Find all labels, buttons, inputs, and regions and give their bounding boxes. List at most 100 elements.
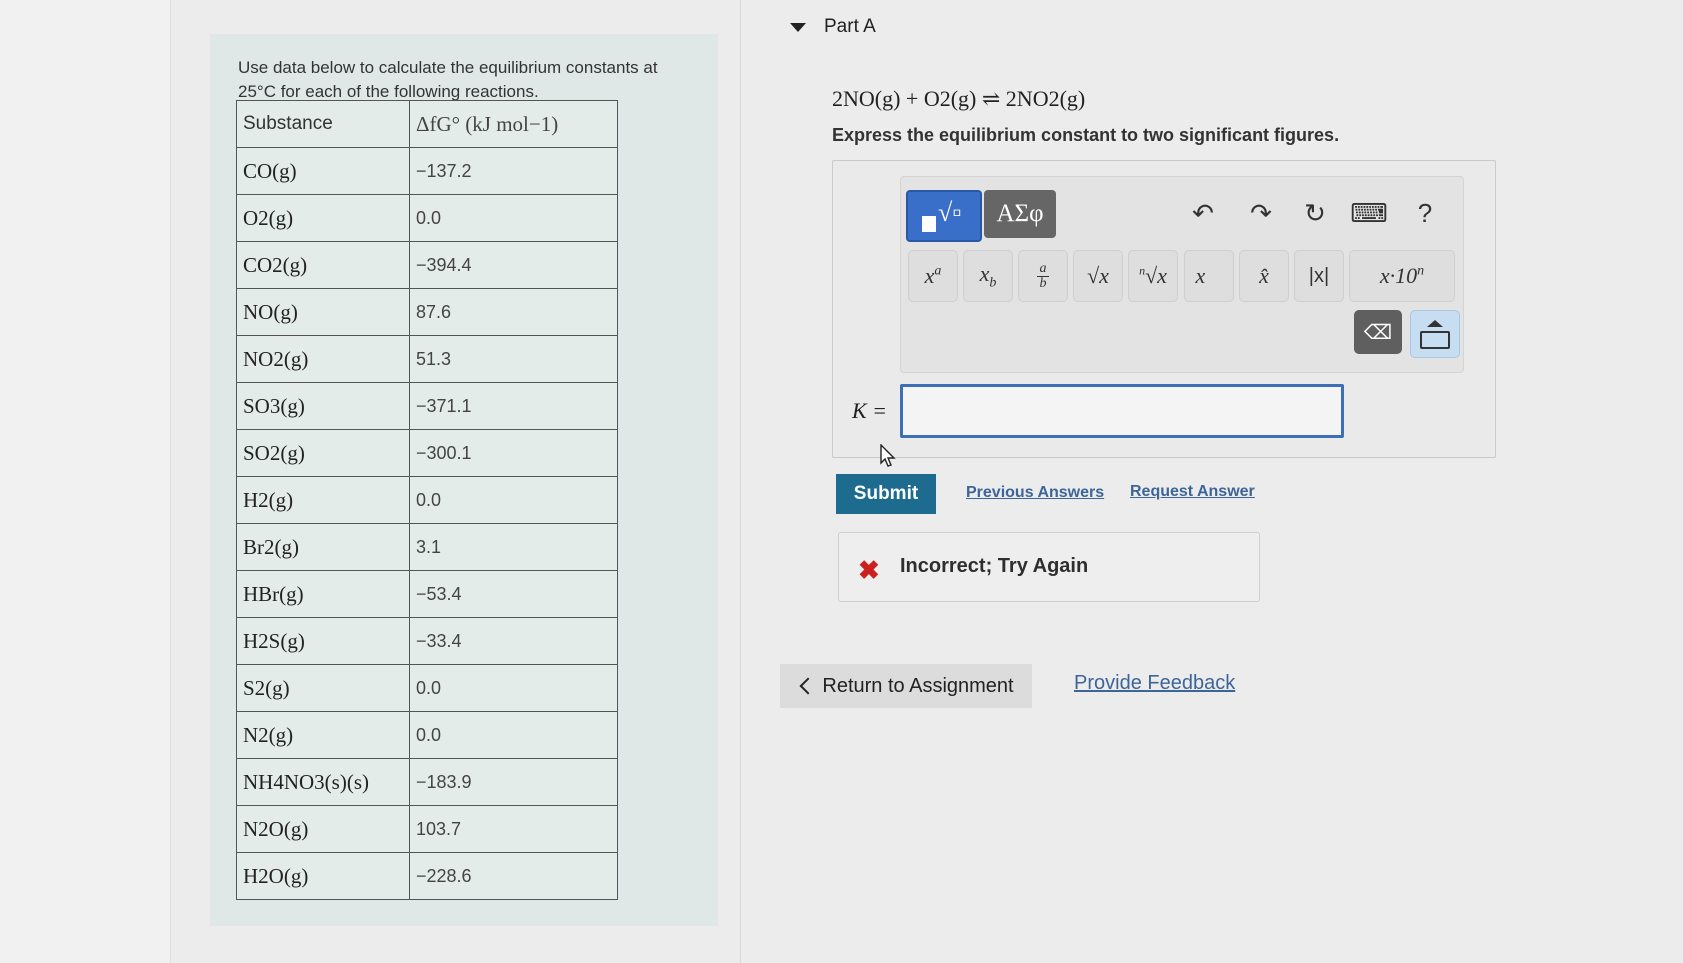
- substance-cell: N2O(g): [236, 805, 410, 853]
- unit-vector-button[interactable]: x̂: [1239, 250, 1289, 302]
- symbols-button[interactable]: ΑΣφ: [984, 190, 1056, 238]
- substance-cell: HBr(g): [236, 570, 410, 618]
- table-body: CO(g) −137.2 O2(g) 0.0 CO2(g) −394.4 NO(g) 87.6…: [236, 147, 618, 900]
- superscript-button[interactable]: xa: [908, 250, 958, 302]
- abs-value-button[interactable]: |x|: [1294, 250, 1344, 302]
- caret-down-icon[interactable]: [790, 22, 806, 32]
- substance-cell: H2(g): [236, 476, 410, 524]
- fraction-button[interactable]: ab: [1018, 250, 1068, 302]
- sci-notation-icon: x·10n: [1379, 263, 1425, 288]
- substance-cell: SO2(g): [236, 429, 410, 477]
- nth-root-icon: n√x: [1139, 263, 1167, 288]
- feedback-message: Incorrect; Try Again: [900, 555, 1089, 577]
- backspace-button[interactable]: ⌫: [1354, 310, 1402, 354]
- substance-cell: CO(g): [236, 147, 410, 195]
- templates-button[interactable]: √▫: [906, 190, 982, 242]
- nth-root-button[interactable]: n√x: [1128, 250, 1178, 302]
- substance-cell: N2(g): [236, 711, 410, 759]
- reaction-equation: 2NO(g) + O2(g) ⇌ 2NO2(g): [832, 86, 1086, 111]
- table-row: H2O(g) −228.6: [236, 852, 618, 900]
- part-title: Part A: [824, 16, 876, 37]
- table-row: H2(g) 0.0: [236, 476, 618, 524]
- table-row: SO2(g) −300.1: [236, 429, 618, 477]
- gibbs-value-cell: −183.9: [409, 758, 618, 806]
- substance-cell: H2S(g): [236, 617, 410, 665]
- sqrt-icon: √x: [1087, 263, 1109, 288]
- gibbs-value-cell: −394.4: [409, 241, 618, 289]
- table-row: HBr(g) −53.4: [236, 570, 618, 618]
- table-row: Br2(g) 3.1: [236, 523, 618, 571]
- gibbs-value-cell: 0.0: [409, 711, 618, 759]
- vector-button[interactable]: x⃗: [1184, 250, 1234, 302]
- gibbs-value-cell: 0.0: [409, 476, 618, 524]
- sci-notation-button[interactable]: x·10n: [1349, 250, 1455, 302]
- substance-cell: NO(g): [236, 288, 410, 336]
- table-row: NO(g) 87.6: [236, 288, 618, 336]
- gibbs-value-cell: 87.6: [409, 288, 618, 336]
- vector-icon: x⃗: [1195, 263, 1223, 288]
- instructions: Express the equilibrium constant to two …: [832, 125, 1340, 145]
- gibbs-value-cell: 0.0: [409, 664, 618, 712]
- table-row: S2(g) 0.0: [236, 664, 618, 712]
- provide-feedback-link[interactable]: Provide Feedback: [1074, 672, 1235, 695]
- table-row: CO(g) −137.2: [236, 147, 618, 195]
- unit-vector-icon: x̂: [1259, 263, 1269, 288]
- thermo-data-table: Substance ΔfG° (kJ mol−1) CO(g) −137.2 O2(…: [236, 100, 618, 900]
- keyboard-toggle-button[interactable]: [1410, 310, 1460, 358]
- table-row: NO2(g) 51.3: [236, 335, 618, 383]
- fraction-icon: ab: [1037, 261, 1049, 291]
- gibbs-value-cell: −371.1: [409, 382, 618, 430]
- substance-cell: O2(g): [236, 194, 410, 242]
- column-divider: [740, 0, 741, 963]
- redo-icon[interactable]: ↷: [1244, 196, 1278, 230]
- eject-icon: [1427, 319, 1443, 327]
- mouse-cursor-icon: [880, 444, 896, 467]
- error-x-icon: ✖: [858, 555, 880, 585]
- keyboard-icon[interactable]: ⌨: [1350, 196, 1388, 230]
- gibbs-value-cell: 103.7: [409, 805, 618, 853]
- gibbs-value-cell: 3.1: [409, 523, 618, 571]
- page: Use data below to calculate the equilibr…: [0, 0, 1683, 963]
- radical-icon: √▫: [938, 198, 962, 227]
- substance-cell: SO3(g): [236, 382, 410, 430]
- subscript-icon: xb: [979, 260, 997, 291]
- gibbs-value-cell: −33.4: [409, 617, 618, 665]
- sqrt-button[interactable]: √x: [1073, 250, 1123, 302]
- chevron-left-icon: [799, 677, 817, 695]
- request-answer-link[interactable]: Request Answer: [1130, 483, 1255, 501]
- subscript-button[interactable]: xb: [963, 250, 1013, 302]
- part-a-header[interactable]: Part A: [790, 14, 876, 40]
- table-row: NH4NO3(s)(s) −183.9: [236, 758, 618, 806]
- gibbs-value-cell: −137.2: [409, 147, 618, 195]
- keyboard-small-icon: [1420, 330, 1450, 349]
- submit-button[interactable]: Submit: [836, 474, 936, 514]
- undo-icon[interactable]: ↶: [1186, 196, 1220, 230]
- k-label: K =: [852, 398, 888, 423]
- left-margin: [0, 0, 171, 963]
- help-button[interactable]: ?: [1408, 196, 1442, 230]
- gibbs-value-cell: −53.4: [409, 570, 618, 618]
- substance-cell: Br2(g): [236, 523, 410, 571]
- gibbs-value-cell: 51.3: [409, 335, 618, 383]
- table-row: SO3(g) −371.1: [236, 382, 618, 430]
- previous-answers-link[interactable]: Previous Answers: [966, 484, 1104, 502]
- substance-cell: H2O(g): [236, 852, 410, 900]
- header-substance: Substance: [236, 100, 410, 148]
- gibbs-value-cell: −300.1: [409, 429, 618, 477]
- header-gibbs: ΔfG° (kJ mol−1): [409, 100, 618, 148]
- box-icon: [922, 216, 936, 232]
- substance-cell: S2(g): [236, 664, 410, 712]
- abs-value-icon: |x|: [1308, 264, 1330, 287]
- table-row: H2S(g) −33.4: [236, 617, 618, 665]
- return-to-assignment-button[interactable]: Return to Assignment: [780, 664, 1032, 708]
- table-row: N2(g) 0.0: [236, 711, 618, 759]
- gibbs-value-cell: −228.6: [409, 852, 618, 900]
- substance-cell: NH4NO3(s)(s): [236, 758, 410, 806]
- substance-cell: NO2(g): [236, 335, 410, 383]
- reset-icon[interactable]: ↻: [1298, 196, 1332, 230]
- answer-input[interactable]: [900, 384, 1344, 438]
- substance-cell: CO2(g): [236, 241, 410, 289]
- data-intro: Use data below to calculate the equilibr…: [238, 58, 658, 101]
- return-label: Return to Assignment: [822, 674, 1014, 697]
- table-row: CO2(g) −394.4: [236, 241, 618, 289]
